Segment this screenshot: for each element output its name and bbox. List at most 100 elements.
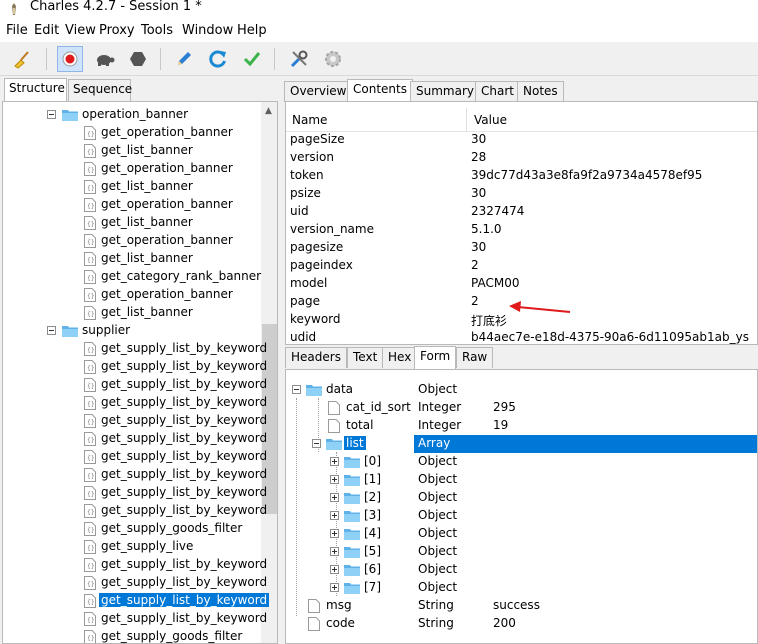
json-node-row[interactable]: [0] Object xyxy=(286,453,757,471)
collapse-toggle-icon[interactable] xyxy=(292,385,301,394)
tree-file-row[interactable]: {} get_list_banner xyxy=(3,304,261,322)
json-node-row[interactable]: data Object xyxy=(286,381,757,399)
tree-file-row[interactable]: {} get_supply_list_by_keyword xyxy=(3,376,267,394)
settings-gear-icon[interactable] xyxy=(320,46,346,72)
param-row[interactable]: token 39dc77d43a3e8fa9f2a9734a4578ef95 xyxy=(286,167,757,185)
tree-file-row[interactable]: {} get_supply_list_by_keyword xyxy=(3,430,267,448)
tab-text[interactable]: Text xyxy=(347,347,384,368)
turtle-icon[interactable] xyxy=(91,46,117,72)
menu-edit[interactable]: Edit xyxy=(34,23,59,38)
tree-file-row[interactable]: {} get_supply_list_by_keyword xyxy=(3,556,267,574)
menu-tools[interactable]: Tools xyxy=(141,23,173,38)
expand-toggle-icon[interactable] xyxy=(330,457,339,466)
expand-toggle-icon[interactable] xyxy=(330,529,339,538)
expand-toggle-icon[interactable] xyxy=(330,511,339,520)
menu-file[interactable]: File xyxy=(6,23,28,38)
json-node-row[interactable]: cat_id_sort Integer 295 xyxy=(286,399,757,417)
expand-toggle-icon[interactable] xyxy=(330,493,339,502)
value-column-header[interactable]: Value xyxy=(474,113,507,127)
hexagon-stop-icon[interactable] xyxy=(125,46,151,72)
tab-hex[interactable]: Hex xyxy=(382,347,418,368)
tree-file-row[interactable]: {} get_supply_list_by_keyword xyxy=(3,412,267,430)
param-row[interactable]: udid b44aec7e-e18d-4375-90a6-6d11095ab1ab… xyxy=(286,329,757,344)
tree-folder-row[interactable]: supplier xyxy=(3,322,261,340)
tree-file-row[interactable]: {} get_supply_goods_filter xyxy=(3,628,261,643)
scroll-up-icon[interactable]: ▲ xyxy=(265,106,272,116)
menu-proxy[interactable]: Proxy xyxy=(99,23,135,38)
tools-icon[interactable] xyxy=(286,46,312,72)
tab-summary[interactable]: Summary xyxy=(410,81,480,102)
menu-view[interactable]: View xyxy=(65,23,96,38)
json-node-row[interactable]: [3] Object xyxy=(286,507,757,525)
json-node-row[interactable]: [2] Object xyxy=(286,489,757,507)
expand-toggle-icon[interactable] xyxy=(330,565,339,574)
json-node-row[interactable]: list Array xyxy=(286,435,757,453)
json-node-row[interactable]: [4] Object xyxy=(286,525,757,543)
column-divider[interactable] xyxy=(466,108,467,132)
tree-file-row[interactable]: {} get_supply_list_by_keyword xyxy=(3,394,267,412)
tab-raw[interactable]: Raw xyxy=(456,347,494,368)
json-node-row[interactable]: [1] Object xyxy=(286,471,757,489)
tree-file-row[interactable]: {} get_operation_banner xyxy=(3,232,261,250)
json-node-row[interactable]: msg String success xyxy=(286,597,757,615)
tab-structure[interactable]: Structure xyxy=(4,78,67,102)
record-icon[interactable] xyxy=(57,46,83,72)
json-node-row[interactable]: [5] Object xyxy=(286,543,757,561)
tab-sequence[interactable]: Sequence xyxy=(68,79,132,101)
tree-file-row[interactable]: {} get_list_banner xyxy=(3,250,261,268)
tree-file-row[interactable]: {} get_operation_banner xyxy=(3,286,261,304)
tree-file-row[interactable]: {} get_supply_list_by_keyword xyxy=(3,448,267,466)
tab-headers[interactable]: Headers xyxy=(285,347,347,368)
menu-window[interactable]: Window xyxy=(182,23,233,38)
json-node-row[interactable]: code String 200 xyxy=(286,615,757,633)
tree-file-row[interactable]: {} get_supply_goods_filter xyxy=(3,520,261,538)
tree-file-row[interactable]: {} get_list_banner xyxy=(3,214,261,232)
tab-overview[interactable]: Overview xyxy=(284,81,353,102)
tree-file-row[interactable]: {} get_list_banner xyxy=(3,178,261,196)
json-node-row[interactable]: [6] Object xyxy=(286,561,757,579)
tab-contents[interactable]: Contents xyxy=(347,79,413,102)
tree-file-row[interactable]: {} get_supply_live xyxy=(3,538,261,556)
name-column-header[interactable]: Name xyxy=(292,113,327,127)
tree-file-row[interactable]: {} get_supply_list_by_keyword xyxy=(3,610,267,628)
collapse-toggle-icon[interactable] xyxy=(312,439,321,448)
tab-notes[interactable]: Notes xyxy=(517,81,564,102)
tree-file-row[interactable]: {} get_supply_list_by_keyword xyxy=(3,340,267,358)
menu-help[interactable]: Help xyxy=(237,23,267,38)
tab-chart[interactable]: Chart xyxy=(475,81,520,102)
param-row[interactable]: pageindex 2 xyxy=(286,257,757,275)
param-row[interactable]: pageSize 30 xyxy=(286,131,757,149)
json-node-row[interactable]: total Integer 19 xyxy=(286,417,757,435)
tree-folder-row[interactable]: operation_banner xyxy=(3,106,261,124)
param-row[interactable]: version_name 5.1.0 xyxy=(286,221,757,239)
param-row[interactable]: version 28 xyxy=(286,149,757,167)
tree-file-row[interactable]: {} get_list_banner xyxy=(3,142,261,160)
param-row[interactable]: model PACM00 xyxy=(286,275,757,293)
json-node-row[interactable]: [7] Object xyxy=(286,579,757,597)
check-icon[interactable] xyxy=(239,46,265,72)
tree-file-row[interactable]: {} get_supply_list_by_keyword xyxy=(3,502,267,520)
param-row[interactable]: page 2 xyxy=(286,293,757,311)
param-row[interactable]: pagesize 30 xyxy=(286,239,757,257)
expand-toggle-icon[interactable] xyxy=(330,583,339,592)
tree-file-row[interactable]: {} get_category_rank_banner xyxy=(3,268,261,286)
refresh-icon[interactable] xyxy=(205,46,231,72)
expand-toggle-icon[interactable] xyxy=(330,547,339,556)
tree-file-row[interactable]: {} get_supply_list_by_keyword xyxy=(3,484,267,502)
tree-file-row[interactable]: {} get_supply_list_by_keyword xyxy=(3,466,267,484)
param-row[interactable]: uid 2327474 xyxy=(286,203,757,221)
tree-file-row[interactable]: {} get_operation_banner xyxy=(3,124,261,142)
param-row[interactable]: keyword 打底衫 xyxy=(286,311,757,329)
tree-file-row[interactable]: {} get_supply_list_by_keyword xyxy=(3,592,270,610)
broom-icon[interactable] xyxy=(9,46,35,72)
tree-file-row[interactable]: {} get_supply_list_by_keyword xyxy=(3,574,267,592)
tree-file-row[interactable]: {} get_operation_banner xyxy=(3,196,261,214)
expand-toggle-icon[interactable] xyxy=(330,475,339,484)
tree-file-row[interactable]: {} get_supply_list_by_keyword xyxy=(3,358,267,376)
collapse-toggle-icon[interactable] xyxy=(47,110,56,119)
tree-file-row[interactable]: {} get_operation_banner xyxy=(3,160,261,178)
collapse-toggle-icon[interactable] xyxy=(47,326,56,335)
pen-icon[interactable] xyxy=(171,46,197,72)
tab-form[interactable]: Form xyxy=(414,346,457,369)
param-row[interactable]: psize 30 xyxy=(286,185,757,203)
